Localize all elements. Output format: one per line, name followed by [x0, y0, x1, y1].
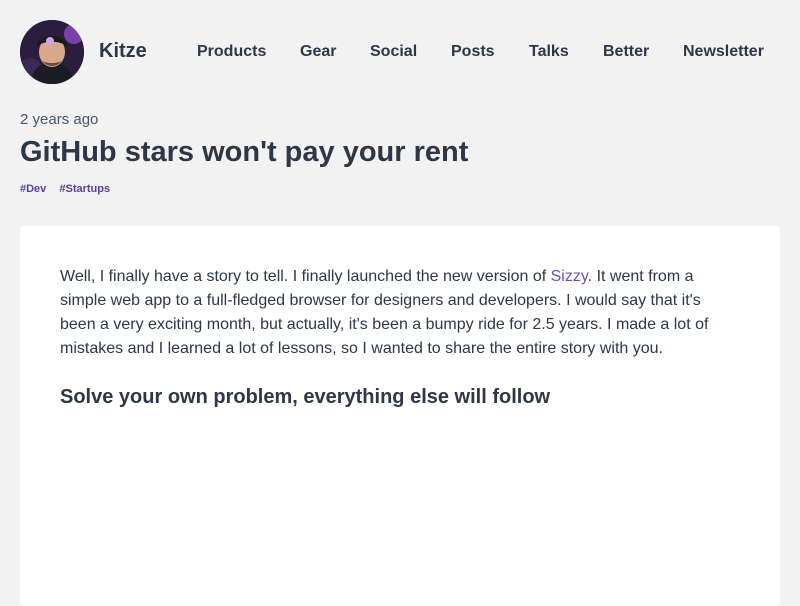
nav-item-better[interactable]: Better [603, 43, 649, 61]
nav-item-products[interactable]: Products [197, 43, 266, 61]
post-intro-paragraph: Well, I finally have a story to tell. I … [60, 265, 730, 361]
section-heading: Solve your own problem, everything else … [60, 386, 551, 408]
site-header: Kitze Products Gear Social Posts Talks B… [0, 0, 800, 105]
post-title: GitHub stars won't pay your rent [20, 136, 469, 168]
nav-item-talks[interactable]: Talks [529, 43, 569, 61]
tag-dev[interactable]: #Dev [20, 183, 46, 195]
tag-startups[interactable]: #Startups [59, 183, 110, 195]
nav-item-gear[interactable]: Gear [300, 43, 336, 61]
main-nav: Products Gear Social Posts Talks Better … [0, 43, 800, 65]
nav-item-newsletter[interactable]: Newsletter [683, 43, 764, 61]
post-date: 2 years ago [20, 111, 99, 128]
nav-item-posts[interactable]: Posts [451, 43, 495, 61]
post-tags: #Dev #Startups [20, 183, 120, 195]
sizzy-link[interactable]: Sizzy [551, 268, 588, 285]
post-content-card: Well, I finally have a story to tell. I … [20, 226, 780, 606]
intro-text-start: Well, I finally have a story to tell. I … [60, 268, 551, 285]
nav-item-social[interactable]: Social [370, 43, 417, 61]
